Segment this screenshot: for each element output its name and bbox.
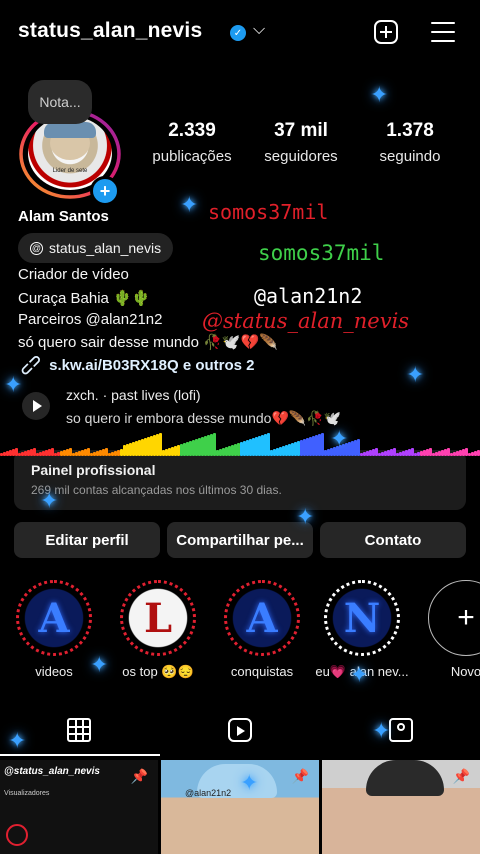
- highlight-label: videos: [35, 664, 73, 679]
- threads-icon: @: [30, 241, 43, 255]
- post-cap: [366, 760, 444, 796]
- create-post-icon[interactable]: [374, 20, 398, 44]
- pin-icon: 📌: [291, 768, 309, 784]
- equalizer-visual: [0, 432, 480, 456]
- following-value: 1.378: [386, 120, 434, 141]
- sparkle-icon: ✦: [296, 504, 315, 529]
- edit-profile-button[interactable]: Editar perfil: [14, 522, 160, 558]
- post-avatar: [6, 824, 28, 846]
- plus-icon: +: [428, 580, 480, 656]
- tagged-icon[interactable]: [389, 718, 413, 742]
- dashboard-subtitle: 269 mil contas alcançadas nos últimos 30…: [31, 483, 282, 497]
- share-profile-button[interactable]: Compartilhar pe...: [167, 522, 313, 558]
- play-icon[interactable]: [22, 392, 50, 420]
- highlight-letter: A: [38, 595, 70, 642]
- active-tab-indicator: [0, 754, 160, 756]
- profile-link[interactable]: ⊂⊃ s.kw.ai/B03RX18Q e outros 2: [16, 350, 255, 380]
- sparkle-icon: ✦: [240, 770, 259, 795]
- dashboard-title: Painel profissional: [31, 462, 156, 478]
- sparkle-icon: ✦: [330, 426, 349, 451]
- post-thumbnail[interactable]: 📌: [322, 760, 480, 854]
- profile-link-text: s.kw.ai/B03RX18Q e outros 2: [49, 357, 255, 374]
- post-subtext: Visualizadores: [4, 790, 50, 797]
- verified-badge-icon: ✓: [230, 25, 246, 41]
- highlight-label: Novo: [450, 664, 480, 679]
- highlight-cover: A: [16, 580, 92, 656]
- overlay-text-green: somos37mil: [258, 241, 385, 265]
- bio-line[interactable]: Parceiros @alan21n2: [18, 311, 162, 328]
- note-bubble[interactable]: Nota...: [28, 80, 92, 124]
- highlight-cover: N: [324, 580, 400, 656]
- reels-icon[interactable]: [228, 718, 252, 742]
- bio-line: só quero sair desse mundo 🥀🕊️💔🪶: [18, 334, 278, 351]
- highlight-letter: L: [143, 595, 173, 642]
- avatar-caption: Lider de sete: [52, 168, 88, 174]
- followers-count[interactable]: 37 mil seguidores: [252, 120, 350, 165]
- threads-handle: status_alan_nevis: [49, 240, 162, 256]
- overlay-text-script: @status_alan_nevis: [202, 309, 410, 333]
- profile-username[interactable]: status_alan_nevis: [18, 19, 202, 43]
- pin-icon: 📌: [130, 768, 148, 784]
- post-text: @alan21n2: [185, 788, 232, 798]
- pin-icon: 📌: [452, 768, 470, 784]
- overlay-text-red: somos37mil: [208, 200, 329, 224]
- highlight-item[interactable]: L os top 🥺😔: [114, 580, 202, 680]
- chevron-down-icon[interactable]: ⌵: [253, 21, 265, 39]
- highlight-label: os top 🥺😔: [122, 664, 194, 679]
- sparkle-icon: ✦: [8, 728, 27, 753]
- posts-value: 2.339: [168, 120, 216, 141]
- sparkle-icon: ✦: [372, 718, 391, 743]
- highlight-label: conquistas: [230, 664, 294, 679]
- highlight-cover: A: [224, 580, 300, 656]
- sparkle-icon: ✦: [406, 362, 425, 387]
- highlight-letter: N: [343, 595, 381, 642]
- bio-line: Curaça Bahia 🌵🌵: [18, 290, 151, 307]
- menu-icon[interactable]: [431, 22, 455, 42]
- music-subtitle: so quero ir embora desse mundo💔🪶🥀🕊️: [66, 410, 342, 426]
- profile-name: Alam Santos: [18, 208, 109, 225]
- sparkle-icon: ✦: [180, 192, 199, 217]
- highlight-letter: A: [246, 595, 278, 642]
- followers-value: 37 mil: [274, 120, 328, 141]
- posts-label: publicações: [152, 148, 232, 165]
- professional-dashboard[interactable]: Painel profissional 269 mil contas alcan…: [14, 450, 466, 510]
- sparkle-icon: ✦: [4, 372, 23, 397]
- sparkle-icon: ✦: [370, 82, 389, 107]
- highlight-item[interactable]: A conquistas: [218, 580, 306, 679]
- sparkle-icon: ✦: [90, 652, 109, 677]
- post-text: @status_alan_nevis: [4, 766, 100, 777]
- following-label: seguindo: [379, 148, 441, 165]
- overlay-text-white: @alan21n2: [254, 284, 363, 308]
- highlight-item[interactable]: A videos: [12, 580, 96, 679]
- post-thumbnail[interactable]: @status_alan_nevis Visualizadores 📌: [0, 760, 158, 854]
- followers-label: seguidores: [264, 148, 338, 165]
- highlight-cover: L: [120, 580, 196, 656]
- sparkle-icon: ✦: [40, 488, 59, 513]
- following-count[interactable]: 1.378 seguindo: [362, 120, 458, 165]
- contact-button[interactable]: Contato: [320, 522, 466, 558]
- grid-icon[interactable]: [67, 718, 91, 742]
- bio-line: Criador de vídeo: [18, 266, 129, 283]
- threads-badge[interactable]: @ status_alan_nevis: [18, 233, 174, 263]
- highlight-plus-glyph: +: [457, 601, 475, 634]
- profile-tab-bar: [0, 712, 480, 756]
- posts-count[interactable]: 2.339 publicações: [142, 120, 242, 165]
- new-highlight-button[interactable]: + Novo: [424, 580, 480, 679]
- add-story-icon[interactable]: +: [90, 176, 120, 206]
- music-title[interactable]: zxch. · past lives (lofi): [66, 387, 201, 403]
- sparkle-icon: ✦: [350, 662, 369, 687]
